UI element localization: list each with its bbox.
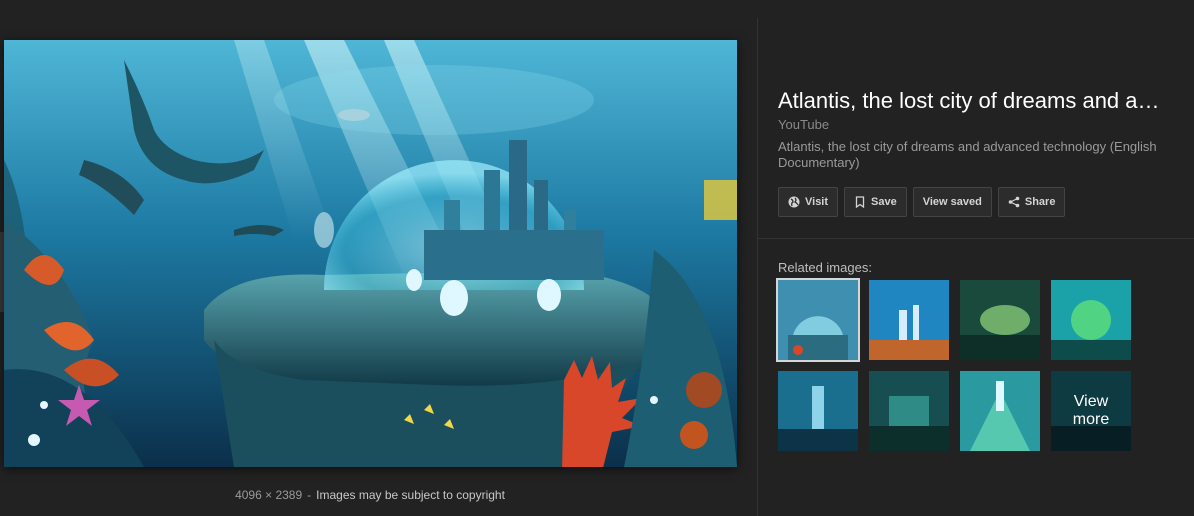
view-more-line2: more <box>1072 411 1110 428</box>
thumbnail-image <box>869 371 949 451</box>
bookmark-icon <box>855 196 865 208</box>
view-more-tile[interactable]: View more <box>1051 371 1131 451</box>
share-icon <box>1008 196 1020 208</box>
image-source: YouTube <box>778 117 830 132</box>
visit-button[interactable]: Visit <box>778 187 839 217</box>
related-thumbnail[interactable] <box>1051 280 1131 360</box>
image-dimensions: 4096 × 2389 <box>235 488 303 502</box>
related-images-grid: View more <box>776 278 1138 451</box>
share-label: Share <box>1024 196 1056 208</box>
related-thumbnail[interactable] <box>960 280 1040 360</box>
visit-label: Visit <box>805 196 829 208</box>
view-saved-button[interactable]: View saved <box>912 187 992 217</box>
thumbnail-image <box>960 371 1040 451</box>
save-label: Save <box>871 196 897 208</box>
view-more-label: View more <box>1051 371 1131 451</box>
view-more-line1: View <box>1073 393 1109 410</box>
save-button[interactable]: Save <box>844 187 907 217</box>
thumbnail-image <box>869 280 949 360</box>
details-pane: Atlantis, the lost city of dreams and a…… <box>758 0 1194 516</box>
copyright-link[interactable]: Images may be subject to copyright <box>316 488 505 502</box>
related-images-label: Related images: <box>778 260 872 275</box>
atlantis-illustration <box>4 40 737 467</box>
related-thumbnail[interactable] <box>869 280 949 360</box>
view-saved-label: View saved <box>922 196 982 208</box>
related-thumbnail[interactable] <box>869 371 949 451</box>
globe-icon <box>788 196 800 208</box>
image-caption: 4096 × 2389- Images may be subject to cop… <box>0 488 740 502</box>
image-title[interactable]: Atlantis, the lost city of dreams and a… <box>778 88 1173 114</box>
thumbnail-image <box>778 371 858 451</box>
thumbnail-image <box>778 280 858 360</box>
related-thumbnail[interactable] <box>778 371 858 451</box>
caption-separator: - <box>307 488 312 502</box>
image-description: Atlantis, the lost city of dreams and ad… <box>778 139 1157 170</box>
thumbnail-image <box>1051 280 1131 360</box>
share-button[interactable]: Share <box>997 187 1066 217</box>
image-viewer-pane: 4096 × 2389- Images may be subject to cop… <box>0 0 757 516</box>
related-thumbnail[interactable] <box>960 371 1040 451</box>
related-thumbnail[interactable] <box>776 278 860 362</box>
main-image[interactable] <box>4 40 737 467</box>
section-divider <box>758 238 1194 239</box>
action-bar: Visit Save View saved Share <box>778 187 1066 217</box>
thumbnail-image <box>960 280 1040 360</box>
